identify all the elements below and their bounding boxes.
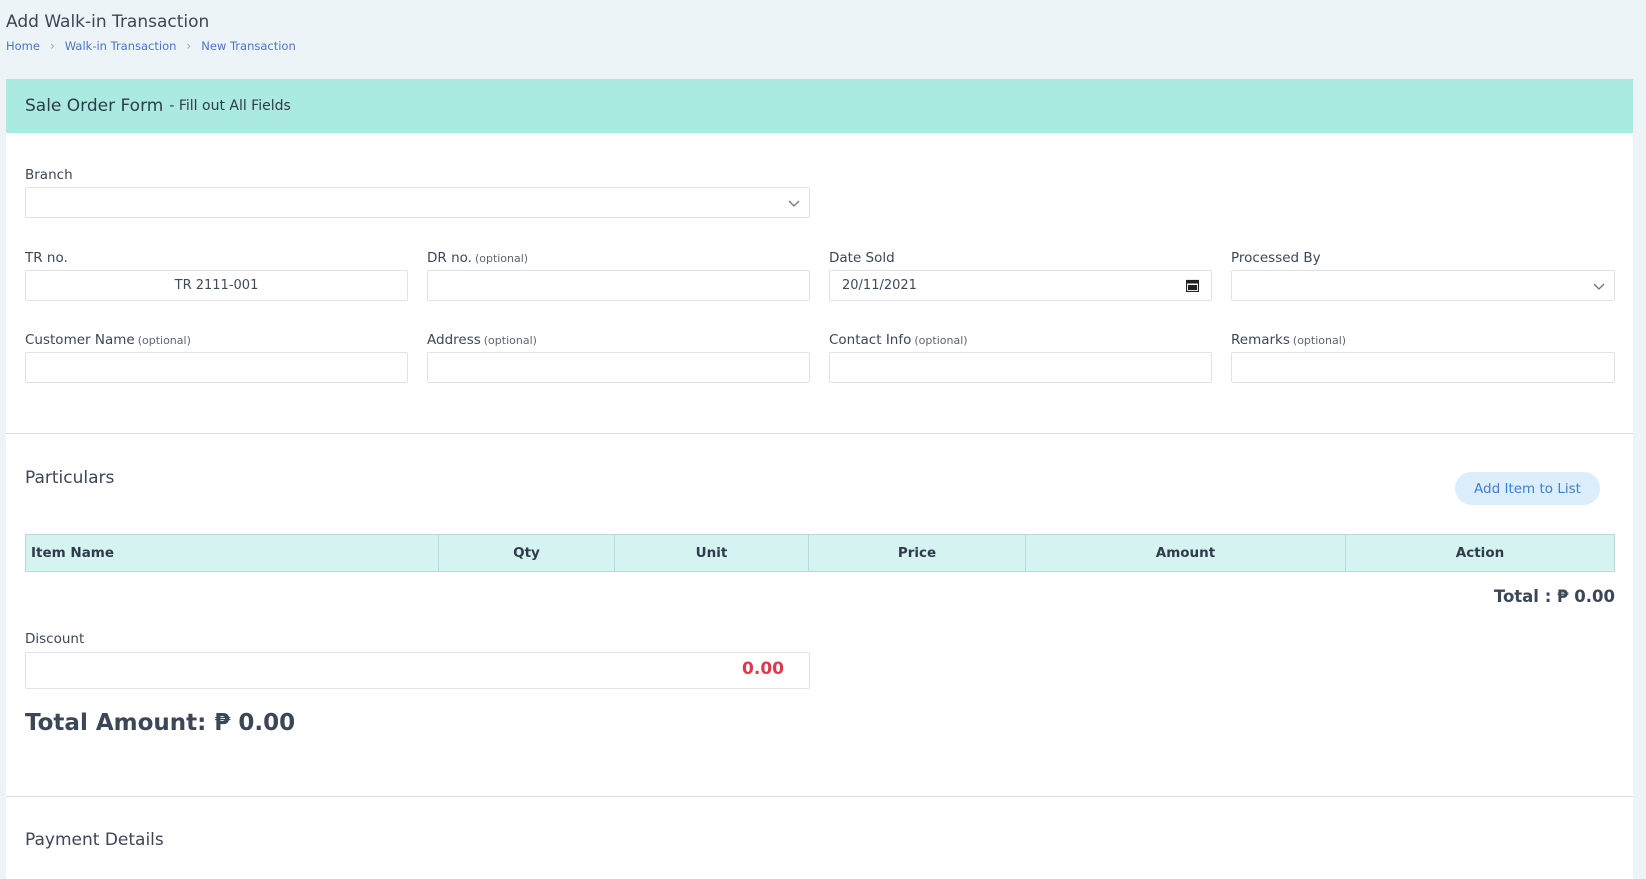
- date-sold-input[interactable]: 20/11/2021: [829, 270, 1212, 301]
- address-input[interactable]: [427, 352, 810, 383]
- add-item-button[interactable]: Add Item to List: [1455, 472, 1600, 505]
- calendar-icon[interactable]: [1186, 279, 1199, 292]
- particulars-table: Item Name Qty Unit Price Amount Action: [25, 534, 1615, 572]
- chevron-right-icon: ›: [186, 39, 192, 53]
- date-sold-label: Date Sold: [829, 250, 895, 266]
- particulars-title: Particulars: [25, 468, 115, 488]
- section-divider: [6, 433, 1633, 434]
- column-header-price[interactable]: Price: [808, 534, 1026, 572]
- chevron-right-icon: ›: [49, 39, 55, 53]
- discount-value: 0.00: [742, 659, 784, 679]
- chevron-down-icon: [1593, 283, 1605, 290]
- section-divider: [6, 796, 1633, 797]
- discount-input[interactable]: 0.00: [25, 652, 810, 689]
- table-header-row: Item Name Qty Unit Price Amount Action: [25, 534, 1615, 572]
- branch-select[interactable]: [25, 187, 810, 218]
- customer-name-label: Customer Name (optional): [25, 332, 191, 348]
- column-header-qty[interactable]: Qty: [438, 534, 615, 572]
- breadcrumb-new-transaction[interactable]: New Transaction: [201, 39, 296, 53]
- tr-no-input[interactable]: TR 2111-001: [25, 270, 408, 301]
- particulars-total: Total : ₱ 0.00: [1493, 587, 1615, 606]
- address-label: Address (optional): [427, 332, 537, 348]
- dr-no-label: DR no. (optional): [427, 250, 529, 266]
- processed-by-select[interactable]: [1231, 270, 1615, 301]
- column-header-unit[interactable]: Unit: [614, 534, 809, 572]
- sale-order-card: Sale Order Form - Fill out All Fields Br…: [6, 79, 1633, 879]
- form-subtitle: - Fill out All Fields: [169, 98, 291, 114]
- breadcrumb-home[interactable]: Home: [6, 39, 40, 53]
- branch-label: Branch: [25, 167, 73, 183]
- column-header-amount[interactable]: Amount: [1025, 534, 1346, 572]
- tr-no-label: TR no.: [25, 250, 68, 266]
- dr-no-input[interactable]: [427, 270, 810, 301]
- remarks-label: Remarks (optional): [1231, 332, 1347, 348]
- column-header-item-name[interactable]: Item Name: [25, 534, 439, 572]
- total-amount: Total Amount: ₱ 0.00: [25, 710, 296, 736]
- processed-by-label: Processed By: [1231, 250, 1321, 266]
- breadcrumb-walk-in-transaction[interactable]: Walk-in Transaction: [65, 39, 177, 53]
- page-title: Add Walk-in Transaction: [6, 12, 210, 32]
- contact-info-label: Contact Info (optional): [829, 332, 968, 348]
- customer-name-input[interactable]: [25, 352, 408, 383]
- discount-label: Discount: [25, 631, 85, 647]
- contact-info-input[interactable]: [829, 352, 1212, 383]
- column-header-action[interactable]: Action: [1345, 534, 1615, 572]
- breadcrumb: Home › Walk-in Transaction › New Transac…: [6, 39, 296, 53]
- chevron-down-icon: [788, 200, 800, 207]
- form-title: Sale Order Form: [25, 96, 164, 116]
- payment-details-title: Payment Details: [25, 830, 164, 850]
- card-header: Sale Order Form - Fill out All Fields: [6, 79, 1633, 133]
- remarks-input[interactable]: [1231, 352, 1615, 383]
